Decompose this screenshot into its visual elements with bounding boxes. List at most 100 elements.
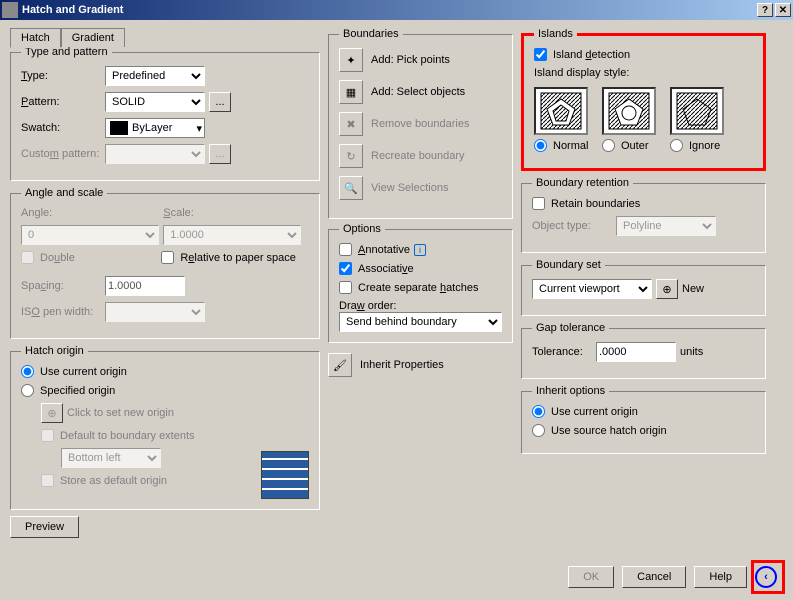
- island-ignore-radio[interactable]: [670, 139, 683, 152]
- associative-label: Associative: [358, 263, 414, 275]
- scale-select: 1.0000: [163, 225, 301, 245]
- ok-button[interactable]: OK: [568, 566, 614, 588]
- window-title: Hatch and Gradient: [22, 4, 755, 16]
- angle-label: Angle:: [21, 207, 52, 219]
- pattern-label: Pattern:: [21, 96, 101, 108]
- pick-points-icon: ✦: [339, 48, 363, 72]
- boundary-set-select[interactable]: Current viewport: [532, 279, 652, 299]
- pattern-browse-button[interactable]: ...: [209, 92, 231, 112]
- specified-origin-radio[interactable]: [21, 384, 34, 397]
- double-label: Double: [40, 252, 75, 264]
- remove-icon: ✖: [339, 112, 363, 136]
- associative-checkbox[interactable]: [339, 262, 352, 275]
- islands-legend: Islands: [534, 28, 577, 40]
- swatch-preview-icon: [110, 121, 128, 135]
- custom-pattern-label: Custom pattern:: [21, 148, 101, 160]
- island-detection-label: Island detection: [553, 49, 630, 61]
- default-boundary-label: Default to boundary extents: [60, 430, 195, 442]
- draw-order-select[interactable]: Send behind boundary: [339, 312, 502, 332]
- close-window-button[interactable]: ✕: [775, 3, 791, 17]
- use-current-origin-label: Use current origin: [40, 366, 127, 378]
- add-pick-points-button[interactable]: ✦ Add: Pick points: [339, 48, 502, 72]
- type-label: TType:ype:: [21, 70, 101, 82]
- inherit-source-radio[interactable]: [532, 424, 545, 437]
- spacing-label: Spacing:: [21, 280, 101, 292]
- tolerance-input[interactable]: [596, 342, 676, 362]
- inherit-source-label: Use source hatch origin: [551, 425, 667, 437]
- iso-label: ISO pen width:: [21, 306, 101, 318]
- click-set-label: Click to set new origin: [67, 407, 174, 419]
- draw-order-label: Draw order:: [339, 300, 502, 312]
- tab-strip: Hatch Gradient: [10, 28, 320, 47]
- relative-label: Relative to paper space: [180, 252, 296, 264]
- store-default-checkbox: [41, 474, 54, 487]
- island-outer-icon[interactable]: [602, 87, 656, 135]
- boundaries-legend: Boundaries: [339, 28, 403, 40]
- custom-pattern-browse-button: ...: [209, 144, 231, 164]
- hatch-origin-group: Hatch origin Use current origin Specifie…: [10, 345, 320, 510]
- hatch-origin-legend: Hatch origin: [21, 345, 88, 357]
- collapse-arrow-button[interactable]: ‹: [755, 566, 777, 588]
- island-outer-radio[interactable]: [602, 139, 615, 152]
- inherit-options-legend: Inherit options: [532, 385, 609, 397]
- inherit-current-radio[interactable]: [532, 405, 545, 418]
- boundary-retention-legend: Boundary retention: [532, 177, 633, 189]
- tolerance-units: units: [680, 346, 703, 358]
- store-default-label: Store as default origin: [60, 475, 167, 487]
- island-detection-checkbox[interactable]: [534, 48, 547, 61]
- boundary-retention-group: Boundary retention Retain boundaries Obj…: [521, 177, 766, 253]
- pattern-select[interactable]: SOLID: [105, 92, 205, 112]
- options-group: Options Annotativei Associative Create s…: [328, 223, 513, 343]
- tab-gradient[interactable]: Gradient: [61, 28, 125, 47]
- help-window-button[interactable]: ?: [757, 3, 773, 17]
- boundaries-group: Boundaries ✦ Add: Pick points ▦ Add: Sel…: [328, 28, 513, 219]
- view-icon: 🔍: [339, 176, 363, 200]
- island-ignore-icon[interactable]: [670, 87, 724, 135]
- type-select[interactable]: Predefined: [105, 66, 205, 86]
- object-type-label: Object type:: [532, 220, 612, 232]
- swatch-select[interactable]: ByLayer ▾: [105, 118, 205, 138]
- angle-scale-legend: Angle and scale: [21, 187, 107, 199]
- set-origin-button: ⊕: [41, 403, 63, 423]
- boundary-set-legend: Boundary set: [532, 259, 605, 271]
- cancel-button[interactable]: Cancel: [622, 566, 686, 588]
- use-current-origin-radio[interactable]: [21, 365, 34, 378]
- inherit-icon: 🖌: [328, 353, 352, 377]
- custom-pattern-select: [105, 144, 205, 164]
- double-checkbox: [21, 251, 34, 264]
- separate-checkbox[interactable]: [339, 281, 352, 294]
- spacing-input: [105, 276, 185, 296]
- annotative-checkbox[interactable]: [339, 243, 352, 256]
- type-pattern-group: Type and pattern TType:ype: Predefined P…: [10, 46, 320, 181]
- info-icon[interactable]: i: [414, 244, 426, 256]
- relative-checkbox[interactable]: [161, 251, 174, 264]
- hatch-preview-icon: [261, 451, 309, 499]
- options-legend: Options: [339, 223, 385, 235]
- select-objects-icon: ▦: [339, 80, 363, 104]
- annotative-label: Annotativei: [358, 244, 426, 256]
- tolerance-label: Tolerance:: [532, 346, 592, 358]
- swatch-label: Swatch:: [21, 122, 101, 134]
- tab-hatch[interactable]: Hatch: [10, 28, 61, 48]
- island-normal-icon[interactable]: [534, 87, 588, 135]
- island-style-label: Island display style:: [534, 67, 753, 79]
- inherit-properties-button[interactable]: 🖌 Inherit Properties: [328, 353, 513, 377]
- gap-tolerance-group: Gap tolerance Tolerance: units: [521, 322, 766, 379]
- default-boundary-checkbox: [41, 429, 54, 442]
- boundary-set-new-label: New: [682, 283, 704, 295]
- specified-origin-label: Specified origin: [40, 385, 115, 397]
- retain-boundaries-checkbox[interactable]: [532, 197, 545, 210]
- boundary-set-new-button[interactable]: ⊕: [656, 279, 678, 299]
- preview-button[interactable]: Preview: [10, 516, 79, 538]
- recreate-icon: ↻: [339, 144, 363, 168]
- help-button[interactable]: Help: [694, 566, 747, 588]
- remove-boundaries-button: ✖ Remove boundaries: [339, 112, 502, 136]
- app-icon: [2, 2, 18, 18]
- titlebar: Hatch and Gradient ? ✕: [0, 0, 793, 20]
- view-selections-button: 🔍 View Selections: [339, 176, 502, 200]
- island-normal-radio[interactable]: [534, 139, 547, 152]
- object-type-select: Polyline: [616, 216, 716, 236]
- retain-boundaries-label: Retain boundaries: [551, 198, 640, 210]
- inherit-options-group: Inherit options Use current origin Use s…: [521, 385, 766, 454]
- add-select-objects-button[interactable]: ▦ Add: Select objects: [339, 80, 502, 104]
